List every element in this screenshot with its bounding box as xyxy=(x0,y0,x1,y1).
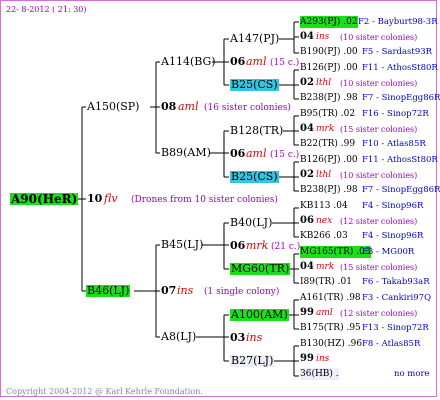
gen4-num: 99 xyxy=(300,353,314,364)
gen4-num: 06 xyxy=(300,215,314,226)
gen2-d-id[interactable]: A8(LJ) xyxy=(161,331,196,343)
gen1-mid-code: flv xyxy=(104,192,118,205)
gen4-bottom-origin: F10 - Atlas85R xyxy=(362,139,426,149)
gen4-code: nex xyxy=(316,216,333,226)
gen4-bottom-origin: no more xyxy=(394,369,430,379)
root-id[interactable]: A90(HeR) xyxy=(10,193,79,205)
gen4-note: (12 sister colonies) xyxy=(340,217,418,226)
gen4-top-id[interactable]: B126(PJ) .00 xyxy=(300,154,358,166)
gen3-e-id[interactable]: B40(LJ) xyxy=(230,217,272,229)
gen2-c-id[interactable]: B45(LJ) xyxy=(161,239,203,251)
gen4-bottom-id[interactable]: KB266 .03 xyxy=(300,230,348,242)
gen4-num: 04 xyxy=(300,123,314,134)
gen4-code: ins xyxy=(316,32,330,42)
gen4-num: 02 xyxy=(300,77,314,88)
gen3-e-note: (21 c.) xyxy=(271,242,301,252)
gen3-c-id[interactable]: B128(TR) xyxy=(230,125,283,137)
gen4-top-origin: F16 - Sinop72R xyxy=(362,109,429,119)
gen3-h-id[interactable]: B27(LJ) xyxy=(230,355,275,367)
gen4-top-origin: F3 - MG00R xyxy=(362,247,415,257)
gen4-top-origin: F2 - Bayburt98-3R xyxy=(358,17,438,27)
gen3-e-num: 06 xyxy=(230,239,246,252)
gen4-top-id[interactable]: MG165(TR) .03 xyxy=(300,246,371,258)
gen4-bottom-origin: F7 - SinopEgg86R xyxy=(362,93,440,103)
gen4-code: aml xyxy=(316,308,333,318)
gen4-bottom-id[interactable]: B238(PJ) .98 xyxy=(300,184,358,196)
gen3-c-note: (15 c.) xyxy=(270,150,300,160)
gen4-code: ins xyxy=(316,354,330,364)
gen1-bottom-id[interactable]: B46(LJ) xyxy=(86,285,131,297)
gen4-bottom-origin: F13 - Sinop72R xyxy=(362,323,429,333)
gen4-top-id[interactable]: B95(TR) .02 xyxy=(300,108,355,120)
gen2-c-code: ins xyxy=(177,284,194,297)
gen4-bottom-id[interactable]: I89(TR) .01 xyxy=(300,276,352,288)
gen3-f-id[interactable]: MG60(TR) xyxy=(230,263,291,275)
gen4-bottom-id[interactable]: 36(HB) . xyxy=(300,368,339,380)
gen3-a-num: 06 xyxy=(230,55,246,68)
gen4-bottom-origin: F5 - Sardast93R xyxy=(362,47,433,57)
gen4-note: (15 sister colonies) xyxy=(340,263,418,272)
gen4-num: 02 xyxy=(300,169,314,180)
gen4-top-id[interactable]: A161(TR) .98 xyxy=(300,292,361,304)
gen4-top-origin: F4 - Sinop96R xyxy=(362,201,424,211)
gen4-note: (10 sister colonies) xyxy=(340,171,418,180)
gen4-code: mrk xyxy=(316,124,335,134)
gen4-bottom-origin: F4 - Sinop96R xyxy=(362,231,424,241)
gen2-a-id[interactable]: A114(BG) xyxy=(161,56,216,68)
gen4-bottom-id[interactable]: B175(TR) .95 xyxy=(300,322,361,334)
gen3-g-num: 03 xyxy=(230,331,246,344)
gen2-a-note: (16 sister colonies) xyxy=(204,103,291,113)
gen4-bottom-id[interactable]: B22(TR) .99 xyxy=(300,138,355,150)
gen4-top-id[interactable]: B126(PJ) .00 xyxy=(300,62,358,74)
gen4-top-id[interactable]: KB113 .04 xyxy=(300,200,348,212)
gen2-c-num: 07 xyxy=(161,284,177,297)
gen4-top-origin: F11 - AthosSt80R xyxy=(362,63,438,73)
gen4-bottom-id[interactable]: B238(PJ) .98 xyxy=(300,92,358,104)
gen4-code: mrk xyxy=(316,262,335,272)
pedigree-page: { "header": {"date": "22- 8-2012 ( 21: 3… xyxy=(0,0,440,400)
gen2-b-id[interactable]: B89(AM) xyxy=(161,147,211,159)
gen3-b-id[interactable]: B25(CS) xyxy=(230,79,279,91)
gen2-a-code: aml xyxy=(178,100,199,113)
gen4-num: 04 xyxy=(300,261,314,272)
gen4-code: lthl xyxy=(316,78,332,88)
gen3-g-code: ins xyxy=(246,331,263,344)
gen4-top-origin: F3 - Cankiri97Q xyxy=(362,293,432,303)
gen4-top-origin: F11 - AthosSt80R xyxy=(362,155,438,165)
footer-copyright: Copyright 2004-2012 @ Karl Kehrle Founda… xyxy=(6,387,203,396)
gen4-code: lthl xyxy=(316,170,332,180)
gen3-c-code: aml xyxy=(246,147,267,160)
gen1-top-id[interactable]: A150(SP) xyxy=(87,101,139,113)
gen3-g-id[interactable]: A100(AM) xyxy=(230,309,289,321)
gen3-a-code: aml xyxy=(246,55,267,68)
gen1-mid-note: (Drones from 10 sister colonies) xyxy=(131,195,278,205)
gen3-a-id[interactable]: A147(PJ) xyxy=(230,33,279,45)
gen4-bottom-id[interactable]: B190(PJ) .00 xyxy=(300,46,358,58)
gen3-e-code: mrk xyxy=(246,239,269,252)
header-date: 22- 8-2012 ( 21: 30) xyxy=(6,5,87,14)
gen4-note: (12 sister colonies) xyxy=(340,309,418,318)
gen4-bottom-origin: F7 - SinopEgg86R xyxy=(362,185,440,195)
gen4-top-id[interactable]: B130(HZ) .96 xyxy=(300,338,362,350)
gen4-note: (15 sister colonies) xyxy=(340,125,418,134)
gen3-a-note: (15 c.) xyxy=(270,58,300,68)
gen3-c-num: 06 xyxy=(230,147,246,160)
gen4-bottom-origin: F6 - Takab93aR xyxy=(362,277,430,287)
gen4-num: 99 xyxy=(300,307,314,318)
gen4-top-id[interactable]: A293(PJ) .02 xyxy=(300,16,358,28)
gen1-mid-num: 10 xyxy=(87,192,103,205)
gen4-note: (10 sister colonies) xyxy=(340,33,418,42)
gen2-a-num: 08 xyxy=(161,100,177,113)
gen4-note: (10 sister colonies) xyxy=(340,79,418,88)
gen3-d-id[interactable]: B25(CS) xyxy=(230,171,279,183)
gen4-num: 04 xyxy=(300,31,314,42)
gen2-c-note: (1 single colony) xyxy=(204,287,280,297)
gen4-top-origin: F8 - Atlas85R xyxy=(362,339,421,349)
